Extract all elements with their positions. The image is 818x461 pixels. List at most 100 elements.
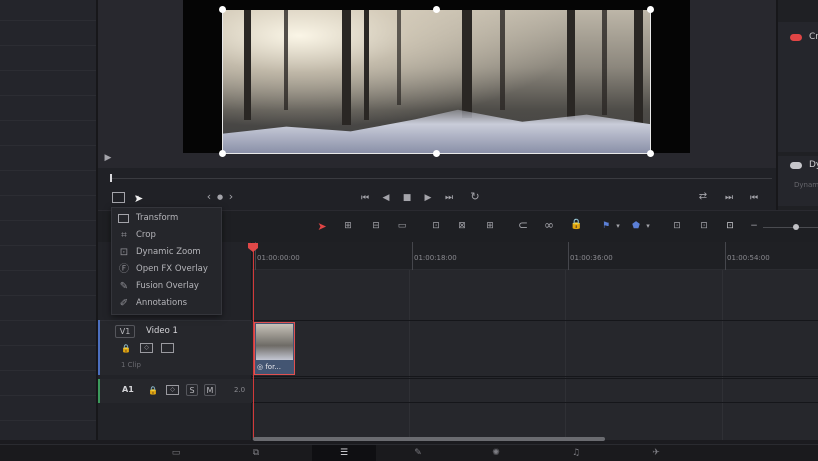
trim-tool-icon[interactable]: ⊞ <box>338 220 358 232</box>
nav-dot-icon[interactable]: ● <box>216 191 224 203</box>
enable-toggle[interactable] <box>790 34 802 41</box>
nav-prev-icon[interactable]: ‹ <box>205 191 213 203</box>
zoom-slider-thumb[interactable] <box>793 224 799 230</box>
ruler-timecode: 01:00:00:00 <box>257 254 300 262</box>
menu-item-annotations[interactable]: ✐ Annotations <box>112 295 221 312</box>
track-name-v1[interactable]: Video 1 <box>146 326 178 336</box>
replace-clip-icon[interactable]: ⊞ <box>480 220 500 232</box>
transform-icon <box>118 214 129 223</box>
timeline-playhead[interactable] <box>253 248 254 440</box>
menu-item-openfx-overlay[interactable]: Ⓕ Open FX Overlay <box>112 261 221 278</box>
page-media-icon[interactable]: ▭ <box>152 445 200 461</box>
expand-panel-icon[interactable]: ▶ <box>103 152 113 164</box>
mouse-cursor-icon: ➤ <box>134 192 144 205</box>
menu-item-dynamic-zoom[interactable]: ⊡ Dynamic Zoom <box>112 244 221 261</box>
dynamic-trim-icon[interactable]: ⊟ <box>366 220 386 232</box>
solo-button[interactable]: S <box>186 384 198 396</box>
v1-track-color <box>98 320 100 375</box>
ruler-timecode: 01:00:18:00 <box>414 254 457 262</box>
page-deliver-icon[interactable]: ✈ <box>632 445 680 461</box>
transform-handle-tl[interactable] <box>219 6 226 13</box>
go-to-start-icon[interactable]: ⏮ <box>358 192 372 204</box>
go-to-end-icon[interactable]: ⏭ <box>442 192 456 204</box>
zoom-full-icon[interactable]: ⊡ <box>668 220 686 232</box>
next-frame-icon[interactable]: ⏭ <box>723 192 735 204</box>
crop-edge-right[interactable] <box>650 10 651 153</box>
inspector-item-sub: Dynam <box>794 181 818 189</box>
previous-frame-icon[interactable]: ⏮ <box>748 192 760 204</box>
transform-handle-tr[interactable] <box>647 6 654 13</box>
crop-edge-left[interactable] <box>222 10 223 153</box>
menu-item-label: Annotations <box>136 298 188 308</box>
dynamic-zoom-icon: ⊡ <box>119 247 129 258</box>
viewer[interactable]: ▶ <box>98 0 776 168</box>
chevron-down-icon[interactable]: ▾ <box>644 220 652 232</box>
menu-item-label: Open FX Overlay <box>136 264 208 274</box>
linked-selection-icon[interactable]: ∞ <box>542 219 556 231</box>
loop-icon[interactable]: ↻ <box>468 191 482 203</box>
transform-handle-tc[interactable] <box>433 6 440 13</box>
play-reverse-icon[interactable]: ◀ <box>380 192 392 204</box>
crop-icon: ⌗ <box>121 230 127 241</box>
transform-handle-bl[interactable] <box>219 150 226 157</box>
zoom-custom-icon[interactable]: ⊡ <box>721 220 739 232</box>
page-edit-icon[interactable]: ☰ <box>312 445 376 461</box>
auto-track-icon[interactable]: ◇ <box>166 385 179 395</box>
blade-tool-icon[interactable]: ▭ <box>394 220 410 232</box>
track-tag-v1[interactable]: V1 <box>115 325 135 338</box>
menu-item-crop[interactable]: ⌗ Crop <box>112 227 221 244</box>
fusion-overlay-icon: ✎ <box>119 281 129 292</box>
zoom-slider-track[interactable] <box>763 227 818 228</box>
timeline-tracks[interactable] <box>252 270 818 440</box>
mute-button[interactable]: M <box>204 384 216 396</box>
ruler-timecode: 01:00:36:00 <box>570 254 613 262</box>
track-header-v1[interactable]: V1 Video 1 🔒 ◇ 1 Clip <box>98 320 252 375</box>
audio-level: 2.0 <box>234 386 246 394</box>
marker-icon[interactable]: ⬟ <box>630 220 642 232</box>
page-navigation-bar: ▭ ⧉ ☰ ✎ ✺ ♫ ✈ <box>0 444 818 461</box>
snapping-icon[interactable]: ⊂ <box>516 219 530 231</box>
inspector-section: Dy Dynam <box>778 156 818 206</box>
menu-item-label: Crop <box>136 230 156 240</box>
media-pool-panel <box>0 0 96 440</box>
timeline-ruler[interactable]: 01:00:00:00 01:00:18:00 01:00:36:00 01:0… <box>252 242 818 270</box>
ruler-timecode: 01:00:54:00 <box>727 254 770 262</box>
track-visibility-icon[interactable] <box>161 343 174 353</box>
chevron-down-icon[interactable]: ▾ <box>614 220 622 232</box>
timeline-scrollbar[interactable] <box>253 437 605 441</box>
annotations-icon: ✐ <box>119 298 129 309</box>
flag-icon[interactable]: ⚑ <box>600 220 612 232</box>
timeline-clip[interactable]: ◎ for... <box>254 322 295 375</box>
auto-track-icon[interactable]: ◇ <box>140 343 153 353</box>
menu-item-transform[interactable]: Transform <box>112 210 221 227</box>
position-lock-icon[interactable]: 🔒 <box>570 219 582 231</box>
play-icon[interactable]: ▶ <box>422 192 434 204</box>
selection-tool-icon[interactable]: ➤ <box>316 221 328 233</box>
overwrite-clip-icon[interactable]: ⊠ <box>453 220 471 232</box>
track-lock-icon[interactable]: 🔒 <box>148 385 158 397</box>
page-fusion-icon[interactable]: ✎ <box>394 445 442 461</box>
stop-icon[interactable]: ■ <box>401 192 413 204</box>
page-cut-icon[interactable]: ⧉ <box>232 445 280 461</box>
zoom-detail-icon[interactable]: ⊡ <box>695 220 713 232</box>
insert-clip-icon[interactable]: ⊡ <box>426 220 446 232</box>
scrubber-bar[interactable] <box>98 168 776 188</box>
enable-toggle[interactable] <box>790 162 802 169</box>
crop-frame-icon[interactable] <box>112 192 125 203</box>
track-clip-count: 1 Clip <box>121 361 141 369</box>
inspector-item-label: Cr <box>809 32 818 42</box>
menu-item-label: Dynamic Zoom <box>136 247 201 257</box>
nav-next-icon[interactable]: › <box>227 191 235 203</box>
track-lock-icon[interactable]: 🔒 <box>121 343 131 355</box>
zoom-out-icon[interactable]: − <box>749 220 759 232</box>
track-tag-a1[interactable]: A1 <box>122 385 134 394</box>
page-color-icon[interactable]: ✺ <box>472 445 520 461</box>
clip-thumbnail <box>256 324 293 360</box>
transform-handle-bc[interactable] <box>433 150 440 157</box>
viewer-image[interactable] <box>222 10 651 153</box>
transform-handle-br[interactable] <box>647 150 654 157</box>
match-frame-icon[interactable]: ⇄ <box>696 191 710 203</box>
menu-item-fusion-overlay[interactable]: ✎ Fusion Overlay <box>112 278 221 295</box>
page-fairlight-icon[interactable]: ♫ <box>552 445 600 461</box>
track-header-a1[interactable]: A1 🔒 ◇ S M 2.0 <box>98 379 252 403</box>
